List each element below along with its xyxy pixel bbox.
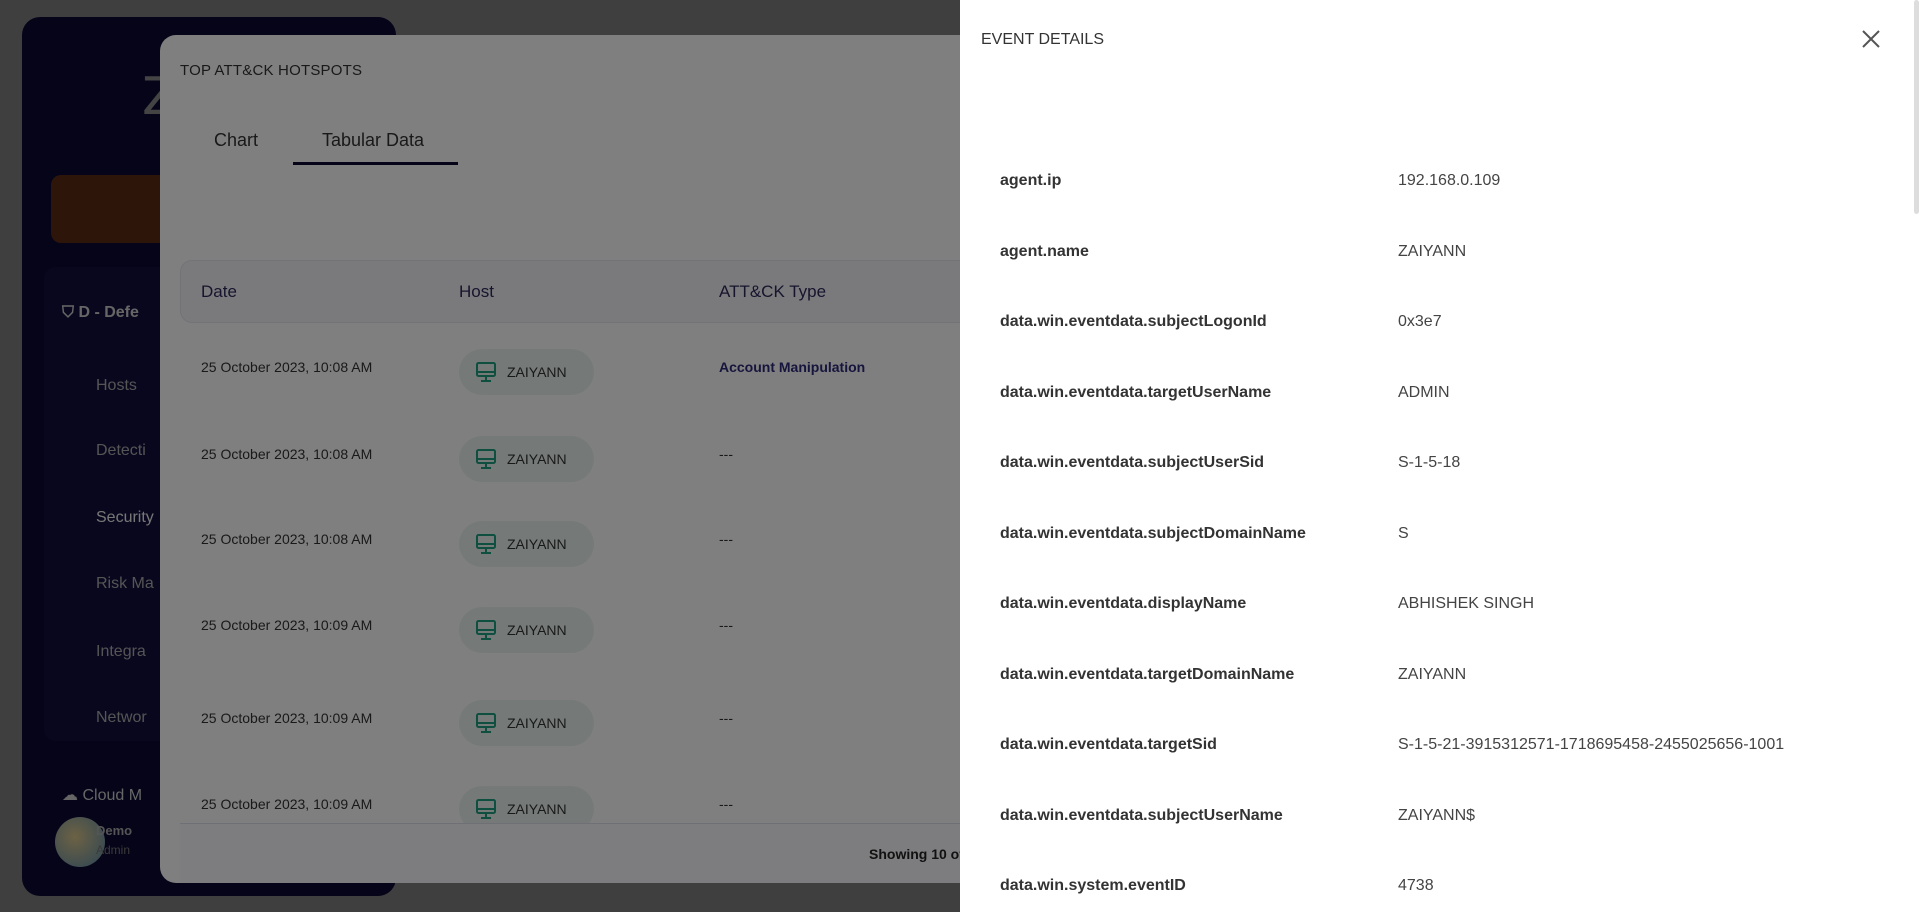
detail-row: agent.name ZAIYANN: [1000, 243, 1880, 267]
detail-row: data.win.eventdata.subjectLogonId 0x3e7: [1000, 313, 1880, 337]
detail-key: data.win.eventdata.subjectUserName: [1000, 806, 1283, 824]
detail-row: agent.ip 192.168.0.109: [1000, 172, 1880, 196]
detail-value: 192.168.0.109: [1398, 172, 1501, 189]
detail-value: 0x3e7: [1398, 313, 1442, 330]
detail-row: data.win.eventdata.targetSid S-1-5-21-391…: [1000, 736, 1880, 760]
detail-key: data.win.eventdata.subjectDomainName: [1000, 524, 1306, 542]
detail-key: data.win.eventdata.targetUserName: [1000, 383, 1272, 401]
detail-value: ABHISHEK SINGH: [1398, 595, 1535, 612]
detail-key: agent.ip: [1000, 172, 1062, 189]
detail-key: data.win.eventdata.subjectUserSid: [1000, 454, 1265, 471]
detail-value: S-1-5-18: [1398, 454, 1461, 471]
detail-key: data.win.eventdata.targetDomainName: [1000, 665, 1295, 683]
detail-value: ADMIN: [1398, 383, 1450, 401]
detail-value: ZAIYANN$: [1398, 806, 1476, 824]
detail-key: data.win.eventdata.displayName: [1000, 595, 1247, 612]
detail-row: data.win.eventdata.subjectUserName ZAIYAN…: [1000, 807, 1880, 831]
detail-row: data.win.eventdata.displayName ABHISHEK S…: [1000, 595, 1880, 619]
detail-row: data.win.eventdata.subjectUserSid S-1-5-1…: [1000, 454, 1880, 478]
detail-key: data.win.system.eventID: [1000, 877, 1186, 894]
backdrop-overlay[interactable]: [0, 0, 960, 912]
detail-value: S: [1398, 524, 1409, 542]
detail-key: data.win.eventdata.targetSid: [1000, 736, 1217, 753]
close-icon[interactable]: [1858, 26, 1884, 52]
event-details-drawer: EVENT DETAILS agent.ip 192.168.0.109 agent…: [960, 0, 1920, 912]
detail-key: agent.name: [1000, 242, 1089, 260]
detail-value: ZAIYANN: [1398, 665, 1467, 683]
detail-row: data.win.eventdata.targetUserName ADMIN: [1000, 384, 1880, 408]
detail-value: 4738: [1398, 877, 1434, 894]
drawer-title: EVENT DETAILS: [981, 31, 1104, 48]
detail-row: data.win.eventdata.subjectDomainName S: [1000, 525, 1880, 549]
detail-value: S-1-5-21-3915312571-1718695458-245502565…: [1398, 736, 1785, 753]
detail-key: data.win.eventdata.subjectLogonId: [1000, 313, 1267, 330]
detail-row: data.win.eventdata.targetDomainName ZAIYA…: [1000, 666, 1880, 690]
detail-row: data.win.system.eventID 4738: [1000, 877, 1880, 901]
scrollbar[interactable]: [1914, 0, 1919, 214]
detail-value: ZAIYANN: [1398, 242, 1467, 260]
